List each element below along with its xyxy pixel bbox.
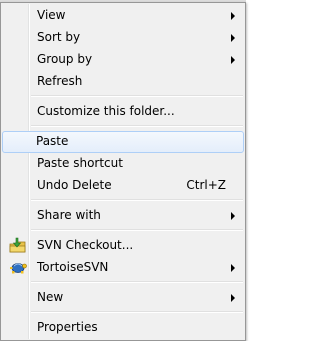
svn-checkout-icon [9,237,27,253]
menu-item-shortcut: Ctrl+Z [186,178,226,192]
tortoisesvn-icon [9,259,27,275]
submenu-arrow-icon [231,212,235,220]
menu-item-new[interactable]: New [3,287,243,308]
menu-separator [31,199,243,201]
submenu-arrow-icon [231,294,235,302]
menu-item-label: TortoiseSVN [37,260,109,274]
submenu-arrow-icon [231,12,235,20]
menu-item-label: Share with [37,208,101,222]
menu-item-customize-folder[interactable]: Customize this folder... [3,101,243,122]
menu-item-undo-delete[interactable]: Undo Delete Ctrl+Z [3,175,243,196]
menu-item-paste[interactable]: Paste [2,131,244,153]
menu-item-view[interactable]: View [3,5,243,26]
menu-item-group-by[interactable]: Group by [3,49,243,70]
submenu-arrow-icon [231,34,235,42]
submenu-arrow-icon [231,56,235,64]
menu-item-label: Refresh [37,74,83,88]
menu-item-label: View [37,8,66,22]
menu-item-label: Properties [37,320,98,334]
menu-separator [31,229,243,231]
menu-item-share-with[interactable]: Share with [3,205,243,226]
menu-item-label: Undo Delete [37,178,112,192]
menu-item-refresh[interactable]: Refresh [3,71,243,92]
menu-item-svn-checkout[interactable]: SVN Checkout... [3,235,243,256]
menu-item-properties[interactable]: Properties [3,317,243,338]
menu-item-sort-by[interactable]: Sort by [3,27,243,48]
menu-separator [31,125,243,127]
submenu-arrow-icon [231,264,235,272]
menu-separator [31,281,243,283]
menu-separator [31,95,243,97]
menu-item-label: Group by [37,52,93,66]
menu-item-tortoisesvn[interactable]: TortoiseSVN [3,257,243,278]
menu-item-label: Customize this folder... [37,104,175,118]
menu-item-label: Sort by [37,30,81,44]
menu-item-paste-shortcut[interactable]: Paste shortcut [3,153,243,174]
menu-item-label: Paste [36,134,69,148]
menu-item-label: Paste shortcut [37,156,123,170]
menu-separator [31,311,243,313]
menu-item-label: New [37,290,64,304]
menu-item-label: SVN Checkout... [37,238,134,252]
context-menu: View Sort by Group by Refresh Customize … [0,2,246,341]
